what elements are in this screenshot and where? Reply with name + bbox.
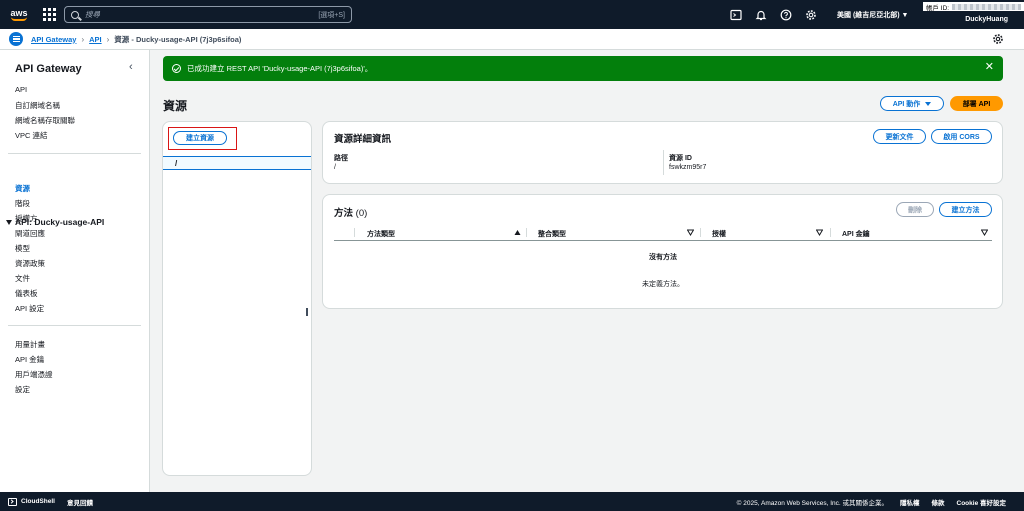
sidebar-divider: [8, 325, 141, 326]
methods-title: 方法 (0): [334, 208, 368, 219]
resource-details-title: 資源詳細資訊: [334, 134, 392, 145]
create-method-button[interactable]: 建立方法: [939, 202, 992, 217]
chevron-right-icon: ›: [81, 34, 85, 44]
resource-tree-panel: [162, 121, 312, 476]
path-value: /: [334, 164, 336, 171]
page-settings-icon[interactable]: [992, 33, 1004, 45]
path-label: 路徑: [334, 155, 348, 162]
tree-root-resource[interactable]: /: [163, 156, 311, 170]
sidebar-item-usage-plans[interactable]: 用量計畫: [15, 339, 45, 350]
panel-resize-handle[interactable]: [306, 308, 308, 316]
search-placeholder: 搜尋: [85, 10, 100, 19]
column-authorization[interactable]: 授權: [712, 229, 726, 239]
footer: CloudShell 意見回饋 © 2025, Amazon Web Servi…: [0, 492, 1024, 511]
sidebar-item-stages[interactable]: 階段: [15, 198, 30, 209]
breadcrumb-current: 資源 - Ducky-usage-API (7j3p6sifoa): [114, 34, 242, 44]
cloudshell-button[interactable]: CloudShell: [8, 497, 55, 506]
terms-link[interactable]: 條款: [932, 497, 945, 507]
sidebar-item-custom-domains[interactable]: 自訂網域名稱: [15, 100, 60, 111]
success-flashbar: 已成功建立 REST API 'Ducky-usage-API (7j3p6si…: [163, 56, 1003, 81]
help-icon[interactable]: [780, 9, 792, 21]
sidebar-title: API Gateway: [15, 63, 82, 75]
resource-id-label: 資源 ID: [669, 155, 692, 162]
sidebar-item-domain-access[interactable]: 網域名稱存取關聯: [15, 115, 75, 126]
methods-table-header: 方法類型 整合類型 授權 API 金鑰: [334, 225, 992, 241]
terminal-icon: [8, 497, 17, 506]
column-integration-type[interactable]: 整合類型: [538, 229, 566, 239]
services-grid-icon[interactable]: [42, 8, 56, 22]
sidebar-item-settings[interactable]: 設定: [15, 384, 30, 395]
sort-ascending-icon[interactable]: [514, 229, 521, 236]
aws-logo[interactable]: aws: [4, 0, 34, 29]
privacy-link[interactable]: 隱私權: [900, 497, 920, 507]
success-check-icon: [172, 64, 181, 73]
sidebar-item-client-certificates[interactable]: 用戶端憑證: [15, 369, 53, 380]
search-input[interactable]: 搜尋 [選項+S]: [64, 6, 352, 23]
sort-icon[interactable]: [981, 229, 988, 236]
sidebar-item-vpc-links[interactable]: VPC 連結: [15, 130, 48, 141]
sidebar-item-authorizers[interactable]: 授權方: [15, 213, 38, 224]
sidebar-item-api-settings[interactable]: API 設定: [15, 303, 44, 314]
sort-icon[interactable]: [816, 229, 823, 236]
methods-count: (0): [355, 208, 368, 219]
empty-state-description: 未定義方法。: [642, 281, 684, 288]
column-divider: [663, 150, 664, 175]
breadcrumb: API Gateway › API › 資源 - Ducky-usage-API…: [31, 34, 241, 45]
top-navigation: aws 搜尋 [選項+S] 美國 (維吉尼亞北部) ▼ 帳戶 ID: Ducky…: [0, 0, 1024, 29]
breadcrumb-bar: API Gateway › API › 資源 - Ducky-usage-API…: [0, 29, 1024, 50]
search-shortcut: [選項+S]: [318, 11, 345, 19]
enable-cors-button[interactable]: 啟用 CORS: [931, 129, 992, 144]
api-actions-button[interactable]: API 動作: [880, 96, 944, 111]
page-title: 資源: [163, 99, 188, 113]
account-menu[interactable]: 帳戶 ID: DuckyHuang: [923, 2, 1024, 27]
region-selector[interactable]: 美國 (維吉尼亞北部) ▼: [837, 0, 908, 29]
resource-id-value: fswkzm95r7: [669, 164, 707, 171]
cloudshell-icon[interactable]: [730, 9, 742, 21]
feedback-link[interactable]: 意見回饋: [67, 497, 93, 507]
sort-icon[interactable]: [687, 229, 694, 236]
delete-button[interactable]: 刪除: [896, 202, 934, 217]
side-navigation: API Gateway ‹ API 自訂網域名稱 網域名稱存取關聯 VPC 連結…: [0, 50, 150, 492]
flash-message: 已成功建立 REST API 'Ducky-usage-API (7j3p6si…: [187, 64, 373, 73]
settings-gear-icon[interactable]: [805, 9, 817, 21]
sidebar-item-dashboard[interactable]: 儀表板: [15, 288, 38, 299]
username: DuckyHuang: [965, 16, 1008, 23]
breadcrumb-api-gateway[interactable]: API Gateway: [31, 35, 76, 44]
copyright-text: © 2025, Amazon Web Services, Inc. 或其關係企業…: [736, 499, 889, 507]
sidebar-item-api[interactable]: API: [15, 85, 27, 94]
sidebar-item-documentation[interactable]: 文件: [15, 273, 30, 284]
collapse-sidebar-icon[interactable]: ‹: [129, 61, 133, 73]
search-icon: [71, 10, 79, 19]
highlight-box: [168, 127, 237, 150]
breadcrumb-api[interactable]: API: [89, 35, 102, 44]
caret-down-icon: [6, 219, 12, 225]
sidebar-item-resources[interactable]: 資源: [15, 183, 30, 194]
sidebar-divider: [8, 153, 141, 154]
sidebar-item-models[interactable]: 模型: [15, 243, 30, 254]
side-nav-toggle-button[interactable]: [9, 32, 23, 46]
column-method-type[interactable]: 方法類型: [367, 229, 395, 239]
caret-down-icon: [925, 101, 932, 106]
sidebar-item-resource-policy[interactable]: 資源政策: [15, 258, 45, 269]
sidebar-item-api-keys[interactable]: API 金鑰: [15, 354, 44, 365]
update-documentation-button[interactable]: 更新文件: [873, 129, 926, 144]
account-id: 帳戶 ID:: [923, 2, 1024, 12]
chevron-right-icon: ›: [106, 34, 110, 44]
empty-state-title: 沒有方法: [649, 254, 677, 261]
cookie-preferences-link[interactable]: Cookie 喜好設定: [957, 497, 1006, 507]
notifications-bell-icon[interactable]: [755, 9, 767, 21]
close-icon[interactable]: ✕: [985, 62, 994, 73]
column-api-key[interactable]: API 金鑰: [842, 229, 870, 239]
sidebar-item-gateway-responses[interactable]: 閘道回應: [15, 228, 45, 239]
deploy-api-button[interactable]: 部署 API: [950, 96, 1003, 111]
